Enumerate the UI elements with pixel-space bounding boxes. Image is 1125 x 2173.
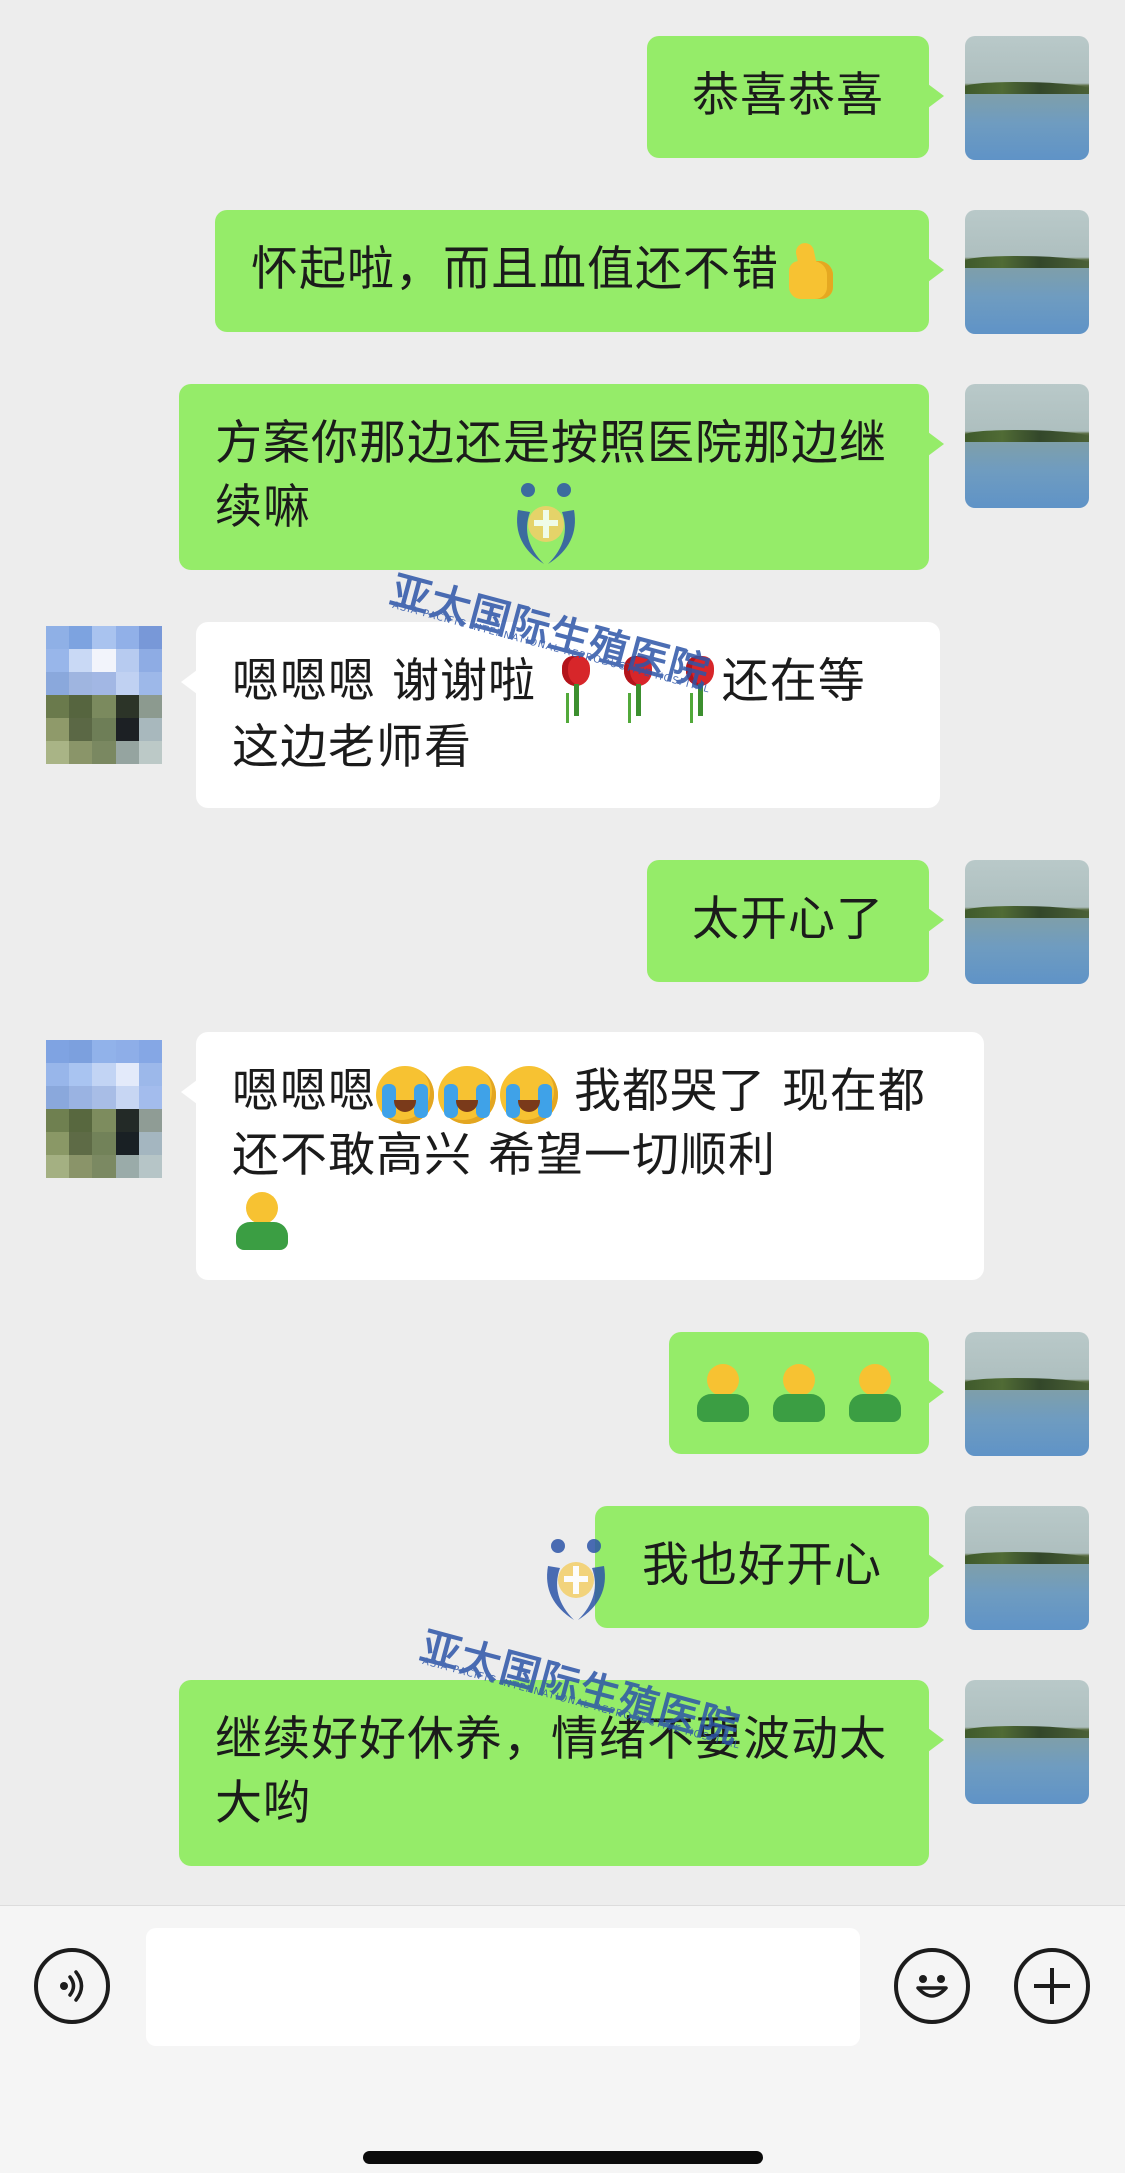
message-bubble[interactable] <box>669 1332 944 1454</box>
contact-avatar[interactable] <box>46 1040 162 1178</box>
message-bubble[interactable]: 我也好开心 <box>595 1506 944 1628</box>
person-figure-icon <box>769 1363 829 1426</box>
smiley-icon <box>916 1975 948 1998</box>
crying-face-icon <box>438 1065 496 1124</box>
person-figure-icon <box>232 1191 292 1254</box>
person-figure-icon <box>845 1363 905 1426</box>
thumbs-up-icon <box>779 243 837 303</box>
rose-icon <box>676 654 722 716</box>
my-avatar[interactable] <box>965 36 1089 160</box>
message-bubble[interactable]: 怀起啦，而且血值还不错 <box>215 210 944 332</box>
my-avatar[interactable] <box>965 860 1089 984</box>
chat-area[interactable]: 恭喜恭喜 怀起啦，而且血值还不错 方案你那边还是按照医院那边继续嘛 嗯嗯嗯 谢谢… <box>0 0 1125 1905</box>
my-avatar[interactable] <box>965 1680 1089 1804</box>
message-text: 我也好开心 <box>642 1538 882 1593</box>
message-bubble[interactable]: 嗯嗯嗯 谢谢啦 还在等这边老师看 <box>181 622 940 808</box>
my-avatar[interactable] <box>965 384 1089 508</box>
message-text: 太开心了 <box>692 892 884 947</box>
message-bubble[interactable]: 恭喜恭喜 <box>647 36 944 158</box>
message-text: 方案你那边还是按照医院那边继续嘛 <box>215 416 887 535</box>
person-figure-icon <box>693 1363 753 1426</box>
message-text: 嗯嗯嗯 谢谢啦 <box>232 654 552 709</box>
home-indicator[interactable] <box>363 2151 763 2164</box>
crying-face-icon <box>500 1065 558 1124</box>
my-avatar[interactable] <box>965 1506 1089 1630</box>
rose-icon <box>614 654 660 716</box>
rose-icon <box>552 654 598 716</box>
message-text: 恭喜恭喜 <box>692 68 884 123</box>
my-avatar[interactable] <box>965 210 1089 334</box>
more-button[interactable] <box>1014 1948 1090 2024</box>
message-bubble[interactable]: 嗯嗯嗯 我都哭了 现在都还不敢高兴 希望一切顺利 <box>181 1032 984 1280</box>
message-bubble[interactable]: 太开心了 <box>647 860 944 982</box>
message-text: 继续好好休养，情绪不要波动太大哟 <box>215 1712 887 1831</box>
plus-icon <box>1034 1968 1070 2004</box>
message-text: 怀起啦，而且血值还不错 <box>251 242 779 297</box>
message-bubble[interactable]: 继续好好休养，情绪不要波动太大哟 <box>179 1680 944 1866</box>
message-input[interactable] <box>146 1928 860 2046</box>
voice-input-button[interactable] <box>34 1948 110 2024</box>
message-bubble[interactable]: 方案你那边还是按照医院那边继续嘛 <box>179 384 944 570</box>
message-text: 嗯嗯嗯 <box>232 1064 376 1119</box>
my-avatar[interactable] <box>965 1332 1089 1456</box>
contact-avatar[interactable] <box>46 626 162 764</box>
input-bar <box>0 1905 1125 2173</box>
emoji-button[interactable] <box>894 1948 970 2024</box>
crying-face-icon <box>376 1065 434 1124</box>
voice-icon <box>60 1970 84 2002</box>
